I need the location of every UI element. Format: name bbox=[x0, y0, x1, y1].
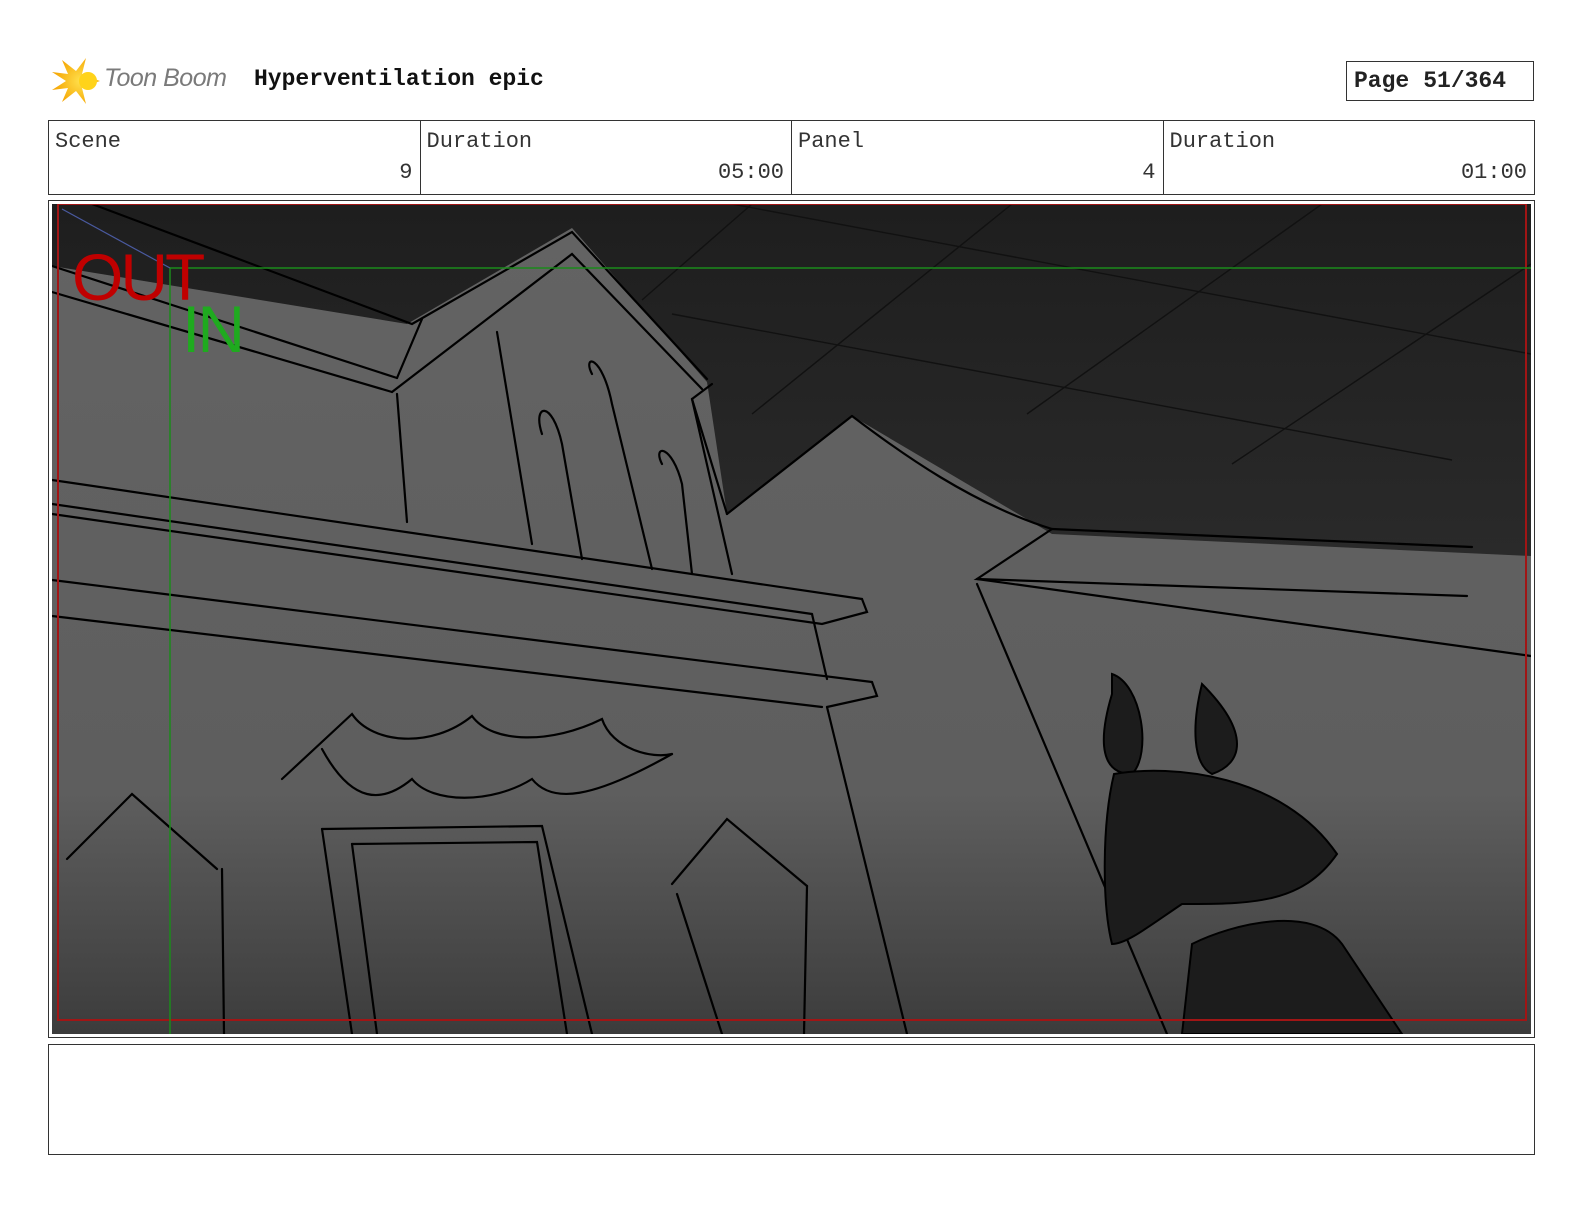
page-label: Page bbox=[1354, 68, 1410, 94]
panel-duration-label: Duration bbox=[1169, 129, 1276, 154]
project-title: Hyperventilation epic bbox=[254, 66, 544, 92]
burst-icon bbox=[52, 58, 100, 104]
toon-boom-logo: Toon Boom bbox=[52, 56, 242, 106]
page-number: 51/364 bbox=[1423, 68, 1507, 94]
panel-info-row: Scene 9 Duration 05:00 Panel 4 Duration … bbox=[48, 120, 1535, 195]
scene-duration-value: 05:00 bbox=[717, 160, 784, 185]
panel-duration-value: 01:00 bbox=[1460, 160, 1527, 185]
panel-value: 4 bbox=[1142, 160, 1156, 185]
scene-duration-cell: Duration 05:00 bbox=[421, 121, 792, 194]
panel-cell: Panel 4 bbox=[792, 121, 1164, 194]
panel-duration-cell: Duration 01:00 bbox=[1164, 121, 1535, 194]
page-indicator: Page 51/364 bbox=[1346, 61, 1534, 101]
panel-label: Panel bbox=[798, 129, 865, 154]
scene-cell: Scene 9 bbox=[49, 121, 421, 194]
scene-value: 9 bbox=[399, 160, 413, 185]
scene-duration-label: Duration bbox=[426, 129, 533, 154]
logo-text: Toon Boom bbox=[104, 64, 227, 92]
caption-box bbox=[48, 1044, 1535, 1155]
in-label: IN bbox=[182, 292, 242, 366]
scene-label: Scene bbox=[55, 129, 122, 154]
storyboard-panel-image: OUT IN bbox=[52, 204, 1531, 1034]
